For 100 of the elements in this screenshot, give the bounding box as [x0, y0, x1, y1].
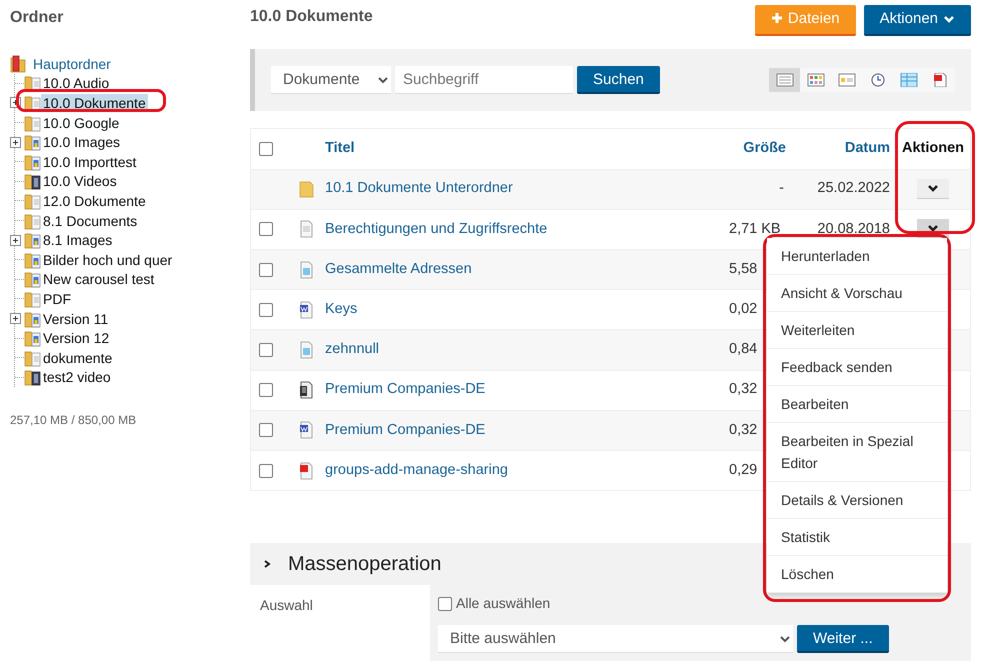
scope-select[interactable]: Dokumente	[271, 66, 391, 94]
file-size: 0,32	[729, 381, 758, 398]
file-link[interactable]: Gesammelte Adressen	[325, 260, 472, 277]
tree-item[interactable]: Hauptordner	[31, 54, 113, 73]
column-header[interactable]: Datum	[844, 140, 890, 156]
file-date: 25.02.2022	[817, 180, 890, 196]
video-folder-icon	[24, 368, 41, 386]
card-view-icon	[838, 72, 856, 86]
spreadsheet-icon	[298, 260, 314, 279]
menu-item[interactable]: Ansicht & Vorschau	[767, 275, 947, 312]
column-header[interactable]: Titel	[325, 140, 355, 156]
file-link[interactable]: zehnnull	[325, 341, 380, 358]
tiles-view-icon	[806, 72, 824, 86]
checkbox[interactable]	[259, 464, 273, 478]
checkbox[interactable]	[259, 262, 273, 277]
menu-item[interactable]: Details & Versionen	[767, 482, 947, 519]
folder-icon	[10, 54, 27, 73]
column-header: Aktionen	[902, 138, 964, 158]
image-folder-icon	[24, 270, 41, 288]
file-size: 0,32	[729, 422, 758, 438]
archive-icon	[298, 381, 314, 400]
search-button[interactable]: Suchen	[577, 66, 660, 94]
tree-item[interactable]: PDF	[41, 290, 73, 308]
folder-icon	[298, 180, 314, 198]
image-folder-icon	[24, 310, 41, 328]
menu-item[interactable]: Löschen	[767, 556, 947, 593]
tree-item[interactable]: 10.0 Google	[41, 114, 122, 132]
select-all-checkbox[interactable]: Alle auswählen	[438, 593, 550, 614]
page-title: 10.0 Dokumente	[250, 7, 374, 27]
plus-icon	[770, 12, 783, 24]
clock-icon	[868, 72, 886, 86]
file-size: 0,84	[729, 341, 758, 358]
file-size: 2,71 KB	[729, 220, 781, 237]
image-folder-icon	[24, 231, 41, 250]
tree-item[interactable]: 10.0 Videos	[41, 172, 119, 190]
file-link[interactable]: 10.1 Dokumente Unterordner	[325, 180, 513, 196]
tree-item[interactable]: 12.0 Dokumente	[41, 192, 148, 210]
search-field[interactable]: Suchbegriff	[395, 66, 573, 94]
word-document-icon	[298, 421, 314, 440]
tree-item[interactable]: Bilder hoch und quer	[41, 250, 174, 269]
checkbox[interactable]	[259, 142, 273, 156]
table-view-icon	[900, 72, 918, 86]
menu-item[interactable]: Weiterleiten	[767, 312, 947, 349]
checkbox[interactable]	[259, 222, 273, 236]
image-folder-icon	[24, 250, 41, 269]
view-toggle[interactable]	[800, 68, 831, 92]
file-link[interactable]: Premium Companies-DE	[325, 422, 486, 438]
chevron-right-icon	[262, 559, 272, 570]
tree-item[interactable]: New carousel test	[41, 270, 156, 288]
document-icon	[298, 220, 314, 238]
chevron-down-icon	[927, 184, 939, 194]
pdf-icon	[298, 462, 314, 480]
menu-item[interactable]: Herunterladen	[767, 238, 947, 275]
row-actions-button[interactable]	[917, 179, 949, 200]
file-size: 0,29	[729, 462, 758, 478]
chevron-down-icon	[943, 14, 955, 24]
tree-item[interactable]: Version 12	[41, 329, 112, 348]
word-document-icon	[298, 300, 314, 319]
file-size: -	[779, 180, 784, 196]
checkbox[interactable]	[259, 383, 273, 398]
storage-quota: 257,10 MB / 850,00 MB	[10, 412, 138, 430]
tree-item[interactable]: 10.0 Audio	[41, 74, 112, 92]
document-folder-icon	[24, 94, 41, 112]
video-folder-icon	[24, 172, 41, 190]
tree-item[interactable]: dokumente	[41, 348, 114, 367]
file-date: 20.08.2018	[817, 220, 890, 237]
tree-item[interactable]: Version 11	[41, 310, 110, 328]
tree-item[interactable]: 8.1 Documents	[41, 212, 140, 230]
list-view-icon	[776, 72, 794, 86]
tree-item[interactable]: 10.0 Importtest	[41, 152, 138, 171]
view-toggle[interactable]	[769, 68, 800, 92]
checkbox[interactable]	[259, 423, 273, 438]
file-link[interactable]: Premium Companies-DE	[325, 381, 486, 398]
image-folder-icon	[24, 329, 41, 348]
menu-item[interactable]: Statistik	[767, 519, 947, 556]
section-title: Massenoperation	[288, 552, 442, 578]
sidebar-title: Ordner	[10, 8, 64, 28]
continue-button[interactable]: Weiter ...	[797, 624, 889, 653]
file-link[interactable]: Berechtigungen und Zugriffsrechte	[325, 220, 548, 237]
file-link[interactable]: groups-add-manage-sharing	[325, 462, 508, 478]
field-label: Auswahl	[250, 585, 430, 661]
column-header[interactable]: Größe	[743, 140, 786, 156]
menu-item[interactable]: Bearbeiten	[767, 386, 947, 423]
menu-item[interactable]: Bearbeiten in Spezial Editor	[767, 423, 947, 482]
tree-item[interactable]: 10.0 Images	[41, 133, 122, 152]
actions-button[interactable]: Aktionen	[864, 5, 971, 36]
tree-item[interactable]: test2 video	[41, 368, 113, 386]
operation-select[interactable]: Bitte auswählen	[438, 624, 793, 653]
checkbox[interactable]	[259, 343, 273, 358]
spreadsheet-icon	[298, 341, 314, 360]
file-size: 0,02	[729, 300, 758, 317]
tree-item[interactable]: 8.1 Images	[41, 231, 114, 250]
file-size: 5,58	[729, 260, 758, 277]
view-toggle[interactable]	[924, 68, 955, 92]
menu-item[interactable]: Feedback senden	[767, 349, 947, 386]
checkbox[interactable]	[259, 302, 273, 317]
image-folder-icon	[24, 152, 41, 171]
chevron-down-icon	[927, 224, 939, 234]
file-link[interactable]: Keys	[325, 300, 358, 317]
image-folder-icon	[24, 133, 41, 152]
